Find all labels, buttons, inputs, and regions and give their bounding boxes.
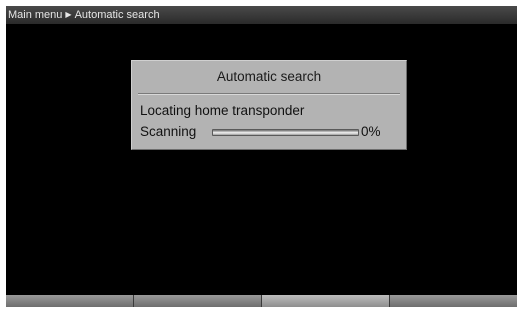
softkey-1[interactable] bbox=[6, 295, 133, 307]
softkey-4[interactable] bbox=[389, 295, 517, 307]
scan-progress-percent: 0% bbox=[361, 124, 381, 139]
dialog-divider bbox=[138, 93, 400, 95]
softkey-3[interactable] bbox=[261, 295, 389, 307]
search-dialog: Automatic search Locating home transpond… bbox=[131, 60, 407, 150]
breadcrumb-separator-icon: ▶ bbox=[65, 10, 72, 19]
tv-screen: Main menu ▶ Automatic search Automatic sea… bbox=[6, 6, 517, 307]
softkey-2[interactable] bbox=[133, 295, 261, 307]
status-text: Locating home transponder bbox=[140, 103, 305, 118]
dialog-title: Automatic search bbox=[216, 69, 322, 84]
scan-progress-bar bbox=[212, 129, 359, 136]
scan-label: Scanning bbox=[140, 124, 197, 139]
softkey-bar bbox=[6, 295, 517, 307]
breadcrumb-root[interactable]: Main menu bbox=[8, 9, 62, 21]
scan-progress-row: Scanning 0% bbox=[140, 124, 402, 142]
breadcrumb-current: Automatic search bbox=[74, 9, 160, 21]
breadcrumb: Main menu ▶ Automatic search bbox=[6, 6, 517, 24]
